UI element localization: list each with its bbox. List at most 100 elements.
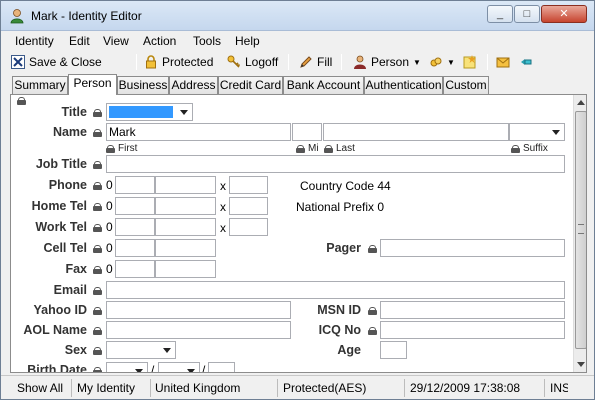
phone-label: Phone bbox=[48, 178, 87, 192]
email-button[interactable] bbox=[496, 53, 510, 71]
work-ext-field[interactable] bbox=[229, 218, 268, 236]
aol-name-field[interactable] bbox=[106, 321, 291, 339]
toolbar-separator bbox=[341, 54, 342, 70]
national-prefix-text: National Prefix 0 bbox=[296, 200, 385, 214]
lock-icon bbox=[93, 129, 102, 137]
email-label: Email bbox=[53, 283, 87, 297]
scroll-up-arrow-icon[interactable] bbox=[575, 97, 586, 109]
logoff-button[interactable]: Logoff bbox=[227, 53, 278, 71]
home-tel-label: Home Tel bbox=[31, 199, 87, 213]
menu-help[interactable]: Help bbox=[235, 34, 260, 48]
status-datetime: 29/12/2009 17:38:08 bbox=[406, 379, 545, 397]
title-selection-highlight bbox=[109, 106, 173, 118]
msn-id-label: MSN ID bbox=[317, 303, 361, 317]
yahoo-id-label: Yahoo ID bbox=[33, 303, 87, 317]
minimize-button[interactable]: _ bbox=[487, 5, 513, 23]
lock-icon bbox=[324, 145, 333, 153]
protected-button[interactable]: Protected bbox=[144, 53, 213, 71]
menu-view[interactable]: View bbox=[103, 34, 129, 48]
menu-action[interactable]: Action bbox=[143, 34, 176, 48]
email-field[interactable] bbox=[106, 281, 565, 299]
save-close-button[interactable]: Save & Close bbox=[11, 53, 102, 71]
vertical-scrollbar[interactable] bbox=[573, 95, 586, 372]
cell-number-field[interactable] bbox=[155, 239, 216, 257]
fax-area-prefix: 0 bbox=[106, 262, 113, 276]
cell-area-field[interactable] bbox=[115, 239, 155, 257]
birth-date-label: Birth Date bbox=[27, 363, 87, 373]
scroll-thumb[interactable] bbox=[575, 111, 586, 349]
tab-bank-account[interactable]: Bank Account bbox=[283, 76, 364, 94]
last-sublabel: Last bbox=[336, 143, 355, 154]
fill-label: Fill bbox=[317, 55, 333, 69]
phone-number-field[interactable] bbox=[155, 176, 216, 194]
birth-month-select[interactable] bbox=[158, 362, 200, 372]
pager-label: Pager bbox=[326, 241, 361, 255]
status-show-all[interactable]: Show All bbox=[13, 379, 72, 397]
yahoo-id-field[interactable] bbox=[106, 301, 291, 319]
first-sublabel: First bbox=[118, 143, 138, 154]
chevron-down-icon: ▼ bbox=[447, 57, 455, 67]
suffix-select[interactable] bbox=[509, 123, 565, 141]
lock-icon bbox=[368, 307, 377, 315]
sex-select[interactable] bbox=[106, 341, 176, 359]
pager-field[interactable] bbox=[380, 239, 565, 257]
title-bar[interactable]: Mark - Identity Editor _ □ ✕ bbox=[1, 1, 594, 31]
chevron-down-icon bbox=[187, 369, 195, 372]
menu-tools[interactable]: Tools bbox=[193, 34, 221, 48]
country-code-text: Country Code 44 bbox=[300, 179, 391, 193]
keys-dropdown-button[interactable]: ▼ bbox=[429, 53, 455, 71]
pin-button[interactable] bbox=[519, 53, 533, 71]
icq-no-field[interactable] bbox=[380, 321, 565, 339]
maximize-button[interactable]: □ bbox=[514, 5, 540, 23]
close-button[interactable]: ✕ bbox=[541, 5, 587, 23]
tab-person[interactable]: Person bbox=[68, 74, 117, 95]
msn-id-field[interactable] bbox=[380, 301, 565, 319]
first-name-field[interactable]: Mark bbox=[106, 123, 291, 141]
home-area-field[interactable] bbox=[115, 197, 155, 215]
lock-icon bbox=[106, 145, 115, 153]
fax-area-field[interactable] bbox=[115, 260, 155, 278]
phone-area-prefix: 0 bbox=[106, 178, 113, 192]
birth-day-select[interactable] bbox=[106, 362, 148, 372]
tab-custom[interactable]: Custom bbox=[443, 76, 489, 94]
padlock-icon bbox=[146, 55, 156, 69]
tab-credit-card[interactable]: Credit Card bbox=[218, 76, 283, 94]
tab-strip: Summary Person Business Address Credit C… bbox=[1, 74, 594, 95]
tab-summary[interactable]: Summary bbox=[12, 76, 68, 94]
person-dropdown-button[interactable]: Person ▼ bbox=[353, 53, 421, 71]
phone-ext-field[interactable] bbox=[229, 176, 268, 194]
birth-year-field[interactable] bbox=[208, 362, 235, 372]
menu-identity[interactable]: Identity bbox=[15, 34, 54, 48]
lock-icon bbox=[511, 145, 520, 153]
tab-authentication[interactable]: Authentication bbox=[364, 76, 443, 94]
work-area-field[interactable] bbox=[115, 218, 155, 236]
identity-person-icon bbox=[10, 9, 24, 24]
person-label: Person bbox=[371, 55, 410, 69]
fill-button[interactable]: Fill bbox=[299, 53, 332, 71]
age-field[interactable] bbox=[380, 341, 407, 359]
job-title-field[interactable] bbox=[106, 155, 565, 173]
person-form-panel: Title Name Mark First Mi Last Suffix Job… bbox=[10, 94, 587, 373]
home-ext-field[interactable] bbox=[229, 197, 268, 215]
status-country: United Kingdom bbox=[151, 379, 278, 397]
toolbar: Save & Close Protected Logoff Fill Perso… bbox=[1, 51, 594, 73]
work-number-field[interactable] bbox=[155, 218, 216, 236]
phone-area-field[interactable] bbox=[115, 176, 155, 194]
logoff-label: Logoff bbox=[245, 55, 279, 69]
toolbar-separator bbox=[487, 54, 488, 70]
tab-address[interactable]: Address bbox=[169, 76, 218, 94]
icq-no-label: ICQ No bbox=[318, 323, 361, 337]
new-note-button[interactable] bbox=[463, 53, 477, 71]
menu-edit[interactable]: Edit bbox=[69, 34, 90, 48]
lock-icon bbox=[93, 367, 102, 372]
last-name-field[interactable] bbox=[323, 123, 509, 141]
middle-initial-field[interactable] bbox=[292, 123, 322, 141]
name-label: Name bbox=[52, 125, 87, 139]
home-number-field[interactable] bbox=[155, 197, 216, 215]
lock-icon bbox=[93, 109, 102, 117]
scroll-down-arrow-icon[interactable] bbox=[575, 358, 586, 370]
fax-number-field[interactable] bbox=[155, 260, 216, 278]
tab-business[interactable]: Business bbox=[117, 76, 169, 94]
lock-icon bbox=[296, 145, 305, 153]
title-select[interactable] bbox=[106, 103, 193, 121]
